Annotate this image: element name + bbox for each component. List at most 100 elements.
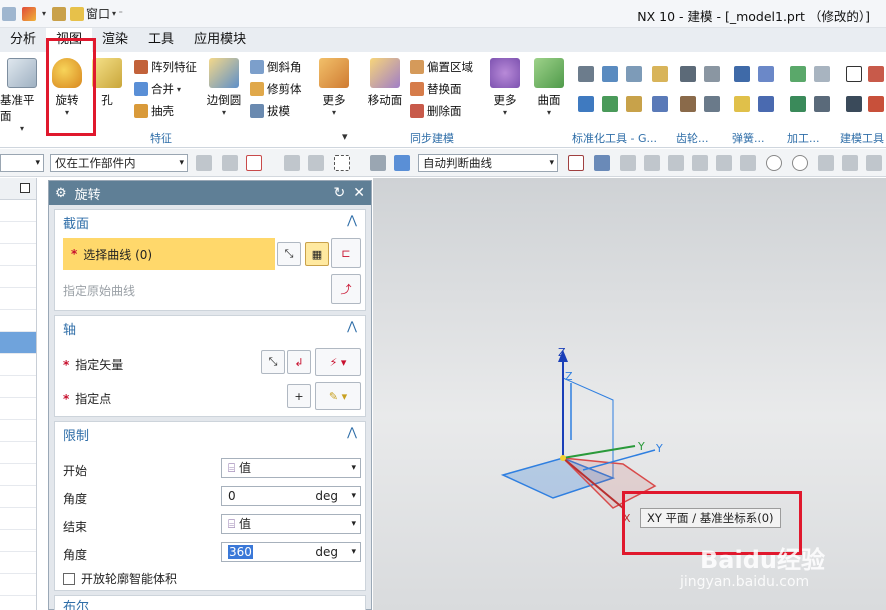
type-filter-combo[interactable]: ▾ bbox=[0, 154, 44, 172]
sketch-section-button[interactable]: ▦ bbox=[305, 242, 329, 266]
curve-rule-button[interactable]: ⤡ bbox=[277, 242, 301, 266]
spring-tool-icon[interactable] bbox=[758, 66, 774, 82]
build-tool-icon[interactable] bbox=[868, 96, 884, 112]
tool-icon[interactable] bbox=[652, 66, 668, 82]
section-title[interactable]: 截面 ⋀ bbox=[55, 210, 365, 234]
list-item[interactable] bbox=[0, 200, 36, 222]
draft-button[interactable]: 拔模 bbox=[250, 102, 290, 120]
snap-icon[interactable] bbox=[740, 155, 756, 171]
list-item[interactable] bbox=[0, 222, 36, 244]
list-item[interactable] bbox=[0, 310, 36, 332]
list-item[interactable] bbox=[0, 266, 36, 288]
point-type-dropdown[interactable]: ✎ ▾ bbox=[315, 382, 361, 410]
end-angle-input[interactable]: 360 deg ▾ bbox=[221, 542, 361, 562]
point-dialog-button[interactable]: + bbox=[287, 384, 311, 408]
trim-body-button[interactable]: 修剪体 bbox=[250, 80, 302, 98]
select-curve-row[interactable]: * 选择曲线 (0) bbox=[63, 238, 275, 270]
snap-icon[interactable] bbox=[644, 155, 660, 171]
list-item[interactable] bbox=[0, 486, 36, 508]
rectangle-select-icon[interactable] bbox=[334, 155, 350, 171]
build-tool-icon[interactable] bbox=[868, 66, 884, 82]
curve-rule-combo[interactable]: 自动判断曲线 ▾ bbox=[418, 154, 558, 172]
reset-icon[interactable]: ↻ bbox=[334, 185, 346, 201]
close-icon[interactable]: ✕ bbox=[353, 185, 365, 201]
list-item[interactable] bbox=[0, 530, 36, 552]
limits-title[interactable]: 限制 ⋀ bbox=[55, 422, 365, 446]
chevron-up-icon[interactable]: ⋀ bbox=[347, 319, 357, 333]
snap-icon[interactable] bbox=[818, 155, 834, 171]
chevron-down-icon[interactable]: ▾ bbox=[42, 9, 46, 18]
boolean-title[interactable]: 布尔 bbox=[55, 596, 365, 610]
snap-circle-icon[interactable] bbox=[766, 155, 782, 171]
gear-tool-icon[interactable] bbox=[680, 96, 696, 112]
list-item[interactable] bbox=[0, 596, 36, 610]
list-item[interactable] bbox=[0, 354, 36, 376]
unite-button[interactable]: 合并 ▾ bbox=[134, 80, 181, 98]
pattern-feature-button[interactable]: 阵列特征 bbox=[134, 58, 197, 76]
curve-select-button[interactable]: ⊏ bbox=[331, 238, 361, 268]
spring-tool-icon[interactable] bbox=[758, 96, 774, 112]
filter-icon[interactable] bbox=[222, 155, 238, 171]
checkbox-icon[interactable] bbox=[20, 183, 30, 193]
spring-tool-icon[interactable] bbox=[734, 66, 750, 82]
tab-analysis[interactable]: 分析 bbox=[0, 28, 46, 52]
start-option-select[interactable]: ⌸ 值 ▾ bbox=[221, 458, 361, 478]
list-item[interactable] bbox=[0, 376, 36, 398]
snap-icon[interactable] bbox=[716, 155, 732, 171]
chamfer-button[interactable]: 倒斜角 bbox=[250, 58, 302, 76]
edge-blend-button[interactable]: 边倒圆 ▾ bbox=[204, 58, 244, 117]
body-filter-icon[interactable] bbox=[394, 155, 410, 171]
hole-button[interactable]: 孔 bbox=[92, 58, 122, 108]
snap-icon[interactable] bbox=[594, 155, 610, 171]
list-item[interactable] bbox=[0, 464, 36, 486]
gear-tool-icon[interactable] bbox=[680, 66, 696, 82]
chevron-up-icon[interactable]: ⋀ bbox=[347, 425, 357, 439]
tool-icon[interactable] bbox=[602, 96, 618, 112]
snap-circle-icon[interactable] bbox=[792, 155, 808, 171]
list-item-selected[interactable] bbox=[0, 332, 36, 354]
gear-icon[interactable]: ⚙ bbox=[55, 186, 67, 201]
datum-plane-button[interactable]: 基准平面 ▾ bbox=[0, 58, 44, 133]
replace-face-button[interactable]: 替换面 bbox=[410, 80, 462, 98]
tab-application[interactable]: 应用模块 bbox=[184, 28, 256, 52]
list-item[interactable] bbox=[0, 442, 36, 464]
origin-curve-button[interactable]: ⤴ bbox=[331, 274, 361, 304]
snap-icon[interactable] bbox=[866, 155, 882, 171]
move-face-button[interactable]: 移动面 bbox=[366, 58, 404, 108]
nx-icon[interactable] bbox=[22, 6, 36, 21]
filter-icon[interactable] bbox=[196, 155, 212, 171]
tool-icon[interactable] bbox=[652, 96, 668, 112]
save-icon[interactable] bbox=[2, 6, 16, 21]
tab-tools[interactable]: 工具 bbox=[138, 28, 184, 52]
start-angle-input[interactable]: 0 deg ▾ bbox=[221, 486, 361, 506]
vector-type-dropdown[interactable]: ⚡ ▾ bbox=[315, 348, 361, 376]
spring-tool-icon[interactable] bbox=[734, 96, 750, 112]
filter-icon[interactable] bbox=[370, 155, 386, 171]
list-item[interactable] bbox=[0, 574, 36, 596]
list-item[interactable] bbox=[0, 552, 36, 574]
machining-tool-icon[interactable] bbox=[790, 96, 806, 112]
tool-icon[interactable] bbox=[578, 66, 594, 82]
snap-icon[interactable] bbox=[842, 155, 858, 171]
axis-title[interactable]: 轴 ⋀ bbox=[55, 316, 365, 340]
open-profile-checkbox[interactable] bbox=[63, 572, 75, 585]
vector-dialog-button[interactable]: ↲ bbox=[287, 350, 311, 374]
shell-button[interactable]: 抽壳 bbox=[134, 102, 174, 120]
surface-button[interactable]: 曲面 ▾ bbox=[532, 58, 566, 117]
list-item[interactable] bbox=[0, 244, 36, 266]
tool-icon[interactable] bbox=[578, 96, 594, 112]
chevron-up-icon[interactable]: ⋀ bbox=[347, 213, 357, 227]
gear-tool-icon[interactable] bbox=[704, 66, 720, 82]
end-option-select[interactable]: ⌸ 值 ▾ bbox=[221, 514, 361, 534]
list-item[interactable] bbox=[0, 420, 36, 442]
tool-icon[interactable] bbox=[602, 66, 618, 82]
delete-face-button[interactable]: 删除面 bbox=[410, 102, 462, 120]
offset-region-button[interactable]: 偏置区域 bbox=[410, 58, 473, 76]
list-item[interactable] bbox=[0, 288, 36, 310]
triangle-tool-icon[interactable] bbox=[846, 66, 862, 82]
build-tool-icon[interactable] bbox=[846, 96, 862, 112]
snap-icon[interactable] bbox=[620, 155, 636, 171]
snap-icon[interactable] bbox=[668, 155, 684, 171]
tab-render[interactable]: 渲染 bbox=[92, 28, 138, 52]
open-profile-row[interactable]: 开放轮廓智能体积 bbox=[63, 570, 177, 587]
